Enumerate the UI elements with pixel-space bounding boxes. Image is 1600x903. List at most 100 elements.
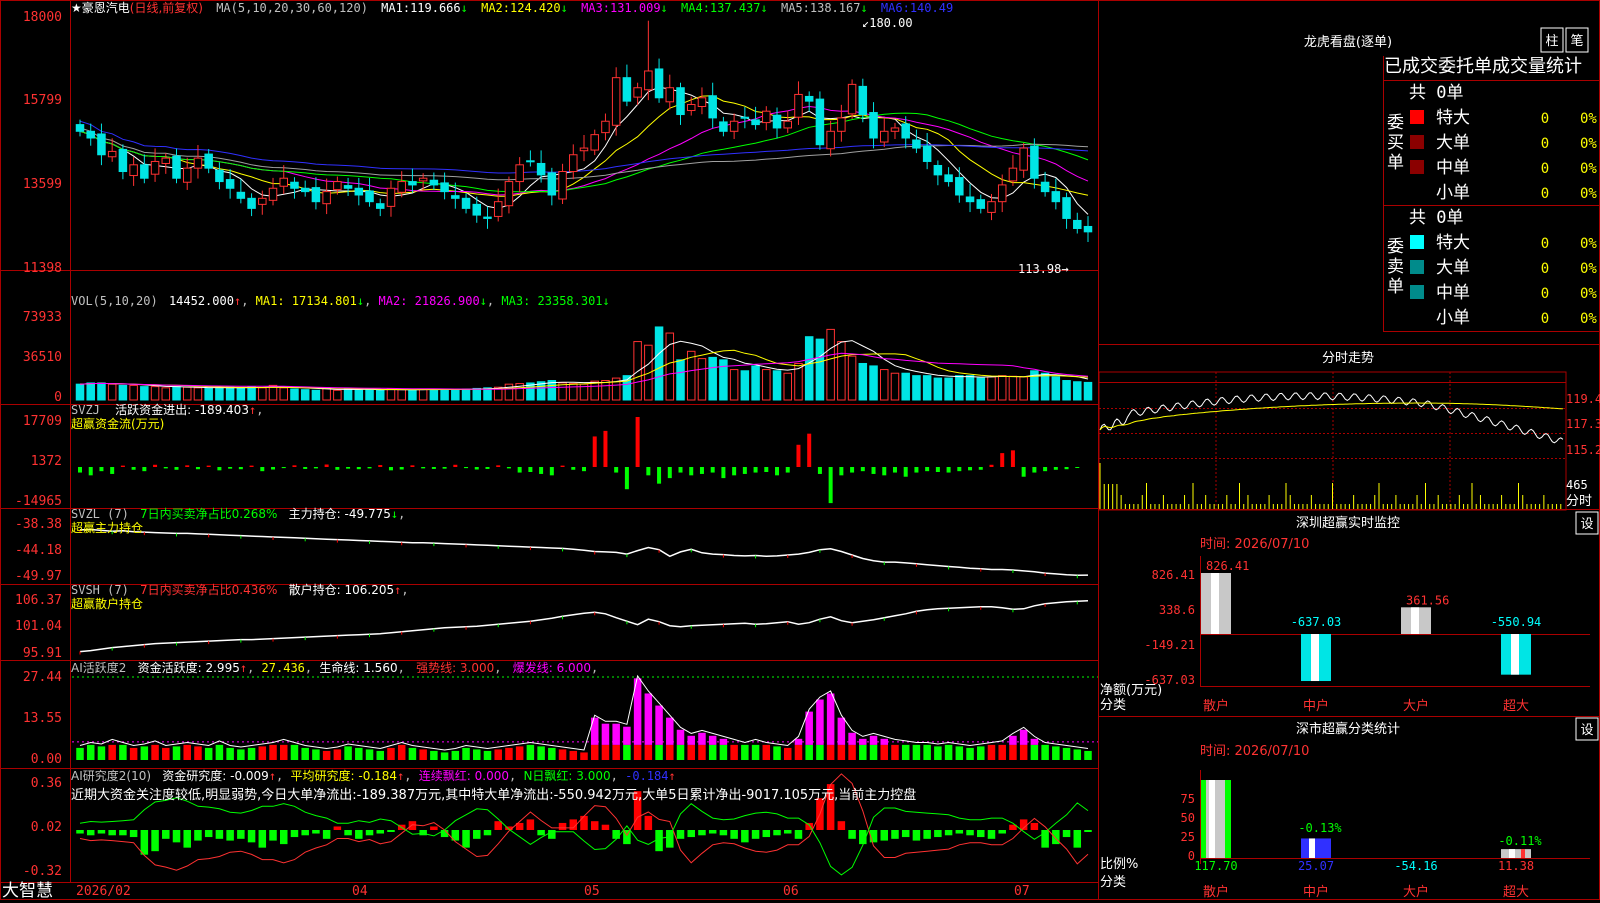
candle-body	[140, 164, 149, 179]
svzj-chart[interactable]	[78, 417, 1080, 504]
activity-bar	[1019, 744, 1028, 760]
candle-body	[1051, 191, 1061, 203]
volume-bar	[107, 383, 117, 401]
volume-bar	[987, 376, 996, 401]
svzl-t1: 7日内买卖净占比0.268%	[140, 506, 277, 521]
activity-burst-bar	[816, 699, 824, 745]
candle-body	[590, 134, 599, 151]
svzl-label: SVZL (7)	[71, 507, 129, 521]
activity-bar	[376, 750, 385, 760]
volume-bar	[965, 375, 975, 401]
research-bar	[226, 830, 234, 841]
candle-body	[418, 177, 428, 182]
research-bar	[601, 824, 610, 830]
stock-name: 豪恩汽电	[82, 0, 130, 15]
candle-body	[440, 182, 449, 193]
intraday-vol-tick: 465	[1566, 478, 1588, 492]
sz-cat-2: 大户	[1403, 698, 1429, 714]
lhb-buy-side-char-1: 买	[1387, 133, 1404, 153]
flow-bar	[174, 467, 179, 470]
candle-body	[955, 177, 964, 196]
volume-bar	[1073, 381, 1082, 401]
volume-bar	[1008, 375, 1018, 401]
research-bar	[590, 821, 599, 830]
right-panels: 委买单委卖单826.41-637.03361.56-550.94117.70 25…	[1098, 113, 1590, 873]
sz-monitor-categories: 散户 中户 大户 超大	[1203, 698, 1529, 714]
lhb-sell-count-2: 0	[1541, 286, 1549, 302]
flow-bar	[528, 467, 533, 472]
flow-bar	[775, 467, 780, 476]
volume-bar	[751, 365, 760, 401]
volume-bar	[236, 387, 246, 401]
activity-bar	[301, 747, 309, 760]
activity-bar	[440, 752, 449, 760]
activity-bar	[623, 744, 631, 760]
candle-body	[815, 98, 825, 146]
candle-body	[193, 157, 203, 169]
activity-burst-bar	[880, 738, 889, 745]
research-bar	[719, 830, 728, 836]
svsh-chart[interactable]	[79, 600, 1089, 655]
candle-body	[300, 187, 310, 193]
activity-bar	[751, 744, 760, 760]
candle-body	[633, 87, 642, 98]
sz-class-y-labels: 75 50 25 0	[1181, 792, 1195, 863]
ai1-header: AI活跃度2 资金活跃度: 2.995↑, 27.436, 生命线: 1.560…	[71, 660, 598, 675]
ma-label: MA(5,10,20,30,60,120)	[216, 1, 368, 15]
szc-bar-3	[1501, 849, 1531, 858]
ma3-value: 131.009	[610, 1, 661, 15]
flow-bar	[957, 467, 962, 472]
activity-bar	[247, 747, 256, 760]
szc-value-1: 25.07	[1298, 859, 1334, 873]
sz-monitor-settings-button[interactable]: 设	[1580, 517, 1593, 532]
lhb-bar-button[interactable]: 柱	[1545, 34, 1558, 49]
ai1-y-tick-2: 0.00	[31, 752, 62, 767]
candle-body	[343, 185, 353, 189]
research-bar	[612, 830, 620, 839]
activity-bar	[655, 744, 663, 760]
volume-bar	[708, 356, 717, 401]
lhb-buy-name-3: 小单	[1436, 183, 1470, 203]
flow-bar	[817, 467, 822, 474]
flow-bar	[163, 467, 168, 469]
ai2-y-tick-2: -0.32	[23, 864, 62, 879]
activity-burst-bar	[859, 738, 867, 745]
svzl-line	[79, 528, 1089, 577]
activity-bar	[891, 744, 899, 760]
volume-chart[interactable]	[75, 326, 1093, 401]
flow-bar	[517, 467, 522, 473]
volume-bar	[772, 370, 782, 401]
volume-bar	[826, 328, 835, 401]
ai-activity-chart[interactable]	[72, 674, 1098, 760]
flow-bar	[1043, 467, 1048, 472]
flow-bar	[442, 467, 447, 469]
candle-body	[762, 110, 771, 124]
sz-class-settings-button[interactable]: 设	[1580, 723, 1593, 738]
candle-body	[869, 112, 878, 139]
ai2-t3: 连续飘红: 0.000	[419, 768, 509, 783]
stage: 委买单委卖单 826.41 -637.03 361.56 -550.94 117.70 25…	[0, 0, 1600, 901]
flow-bar	[260, 467, 265, 472]
volume-bar	[740, 370, 750, 401]
candle-body	[161, 157, 171, 164]
flow-bar	[1000, 453, 1005, 467]
candle-body	[129, 164, 138, 177]
candlestick-chart[interactable]	[75, 20, 1093, 242]
flow-bar	[313, 467, 318, 469]
research-bar	[215, 830, 224, 839]
volume-bar	[140, 386, 149, 401]
main-y-tick-3: 11398	[23, 261, 62, 276]
lhb-tick-button[interactable]: 笔	[1570, 33, 1583, 49]
volume-bar	[933, 377, 943, 401]
intraday-y-labels: 119.4 117.3 115.2	[1566, 392, 1600, 457]
activity-bar	[183, 744, 191, 760]
candle-body	[944, 174, 953, 183]
activity-bar	[1052, 746, 1060, 760]
sz-class-title: 深市超赢分类统计	[1296, 721, 1400, 737]
candle-body	[965, 196, 975, 203]
activity-burst-bar	[794, 738, 803, 745]
svzl-chart[interactable]	[79, 528, 1089, 579]
research-bar	[408, 821, 417, 830]
lhb-sell-name-2: 中单	[1436, 283, 1470, 303]
ma2-value: 124.420	[510, 1, 561, 15]
